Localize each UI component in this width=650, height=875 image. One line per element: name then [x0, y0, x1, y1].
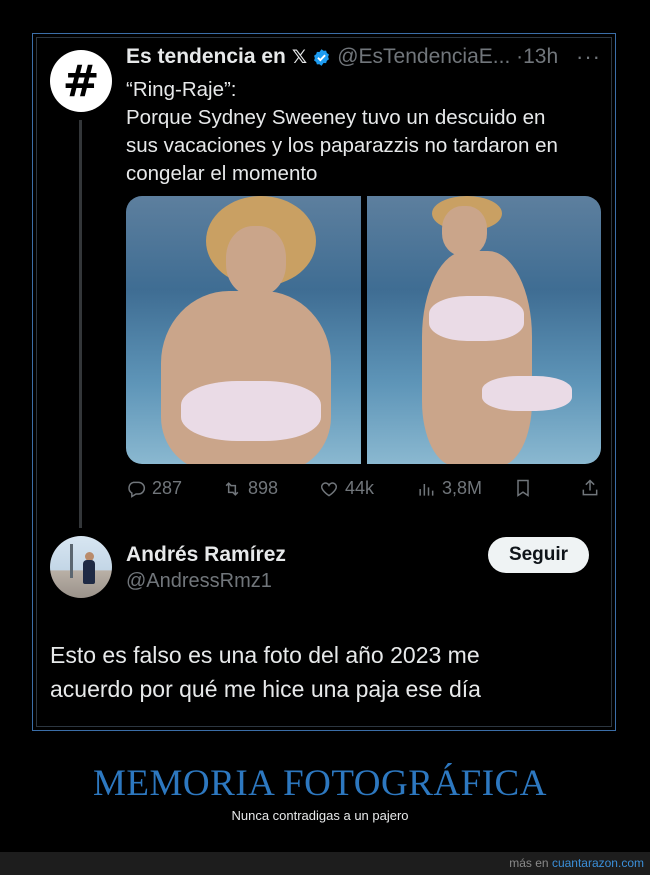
- footer-prefix: más en: [509, 856, 549, 870]
- views-count: 3,8M: [442, 478, 483, 498]
- thread-line: [79, 120, 82, 528]
- more-options-icon[interactable]: ···: [576, 44, 601, 70]
- reply-icon: [128, 481, 146, 498]
- photo-shape: [226, 226, 286, 296]
- reply-author-name[interactable]: Andrés Ramírez: [126, 543, 286, 567]
- bookmark-action[interactable]: [513, 478, 533, 498]
- media-photo-right[interactable]: [366, 196, 601, 464]
- bookmark-icon: [517, 479, 529, 497]
- footer-bar: más en cuantarazon.com: [0, 852, 650, 875]
- heart-icon: [320, 481, 338, 497]
- views-action[interactable]: 3,8M: [416, 478, 482, 499]
- reply-text-line: acuerdo por qué me hice una paja ese día: [50, 676, 481, 702]
- tweet-text-line: Porque Sydney Sweeney tuvo un descuido e…: [126, 106, 546, 129]
- tweet-text-line: congelar el momento: [126, 162, 318, 185]
- repost-action[interactable]: 898: [222, 478, 278, 499]
- avatar-person-shape: [83, 560, 95, 584]
- reply-count: 287: [152, 478, 183, 498]
- repost-icon: [225, 481, 239, 496]
- tweet-author-handle[interactable]: @EsTendenciaE... ·13h: [337, 45, 558, 69]
- x-logo-icon: 𝕏: [291, 46, 308, 68]
- avatar-tower-shape: [70, 544, 73, 578]
- meme-subline: Nunca contradigas a un pajero: [231, 808, 409, 823]
- photo-shape: [481, 376, 572, 411]
- meme-headline: MEMORIA FOTOGRÁFICA: [93, 763, 547, 804]
- reply-author-handle[interactable]: @AndressRmz1: [126, 570, 272, 593]
- photo-shape: [421, 251, 532, 464]
- tweet-actions: 287 898 44k 3,8M: [126, 478, 601, 504]
- tweet-author-name[interactable]: Es tendencia en: [126, 45, 286, 69]
- footer-text: más en cuantarazon.com: [509, 856, 644, 870]
- tweet-timestamp[interactable]: 13h: [523, 45, 558, 68]
- tweet-media[interactable]: [126, 196, 601, 464]
- like-action[interactable]: 44k: [319, 478, 374, 499]
- footer-site-link[interactable]: cuantarazon.com: [552, 856, 644, 870]
- reply-text-line: Esto es falso es una foto del año 2023 m…: [50, 642, 480, 668]
- tweet-text: “Ring-Raje”: Porque Sydney Sweeney tuvo …: [126, 76, 606, 188]
- photo-shape: [428, 296, 524, 341]
- share-action[interactable]: [580, 478, 600, 498]
- reply-text: Esto es falso es una foto del año 2023 m…: [50, 638, 590, 706]
- media-photo-left[interactable]: [126, 196, 361, 464]
- verified-badge-icon: [314, 48, 330, 66]
- follow-button[interactable]: Seguir: [488, 537, 589, 573]
- handle-text: @EsTendenciaE...: [337, 45, 511, 68]
- share-icon: [582, 479, 598, 496]
- like-count: 44k: [345, 478, 375, 498]
- tweet-text-line: “Ring-Raje”:: [126, 78, 237, 101]
- tweet-header: Es tendencia en 𝕏 @EsTendenciaE... ·13h: [126, 45, 558, 69]
- tweet-text-line: sus vacaciones y los paparazzis no tarda…: [126, 134, 558, 157]
- views-chart-icon: [419, 483, 434, 496]
- reply-action[interactable]: 287: [126, 478, 182, 499]
- reply-avatar[interactable]: [50, 536, 112, 598]
- photo-shape: [181, 381, 321, 441]
- repost-count: 898: [248, 478, 279, 498]
- photo-shape: [441, 206, 487, 256]
- hashtag-avatar[interactable]: #: [50, 50, 112, 112]
